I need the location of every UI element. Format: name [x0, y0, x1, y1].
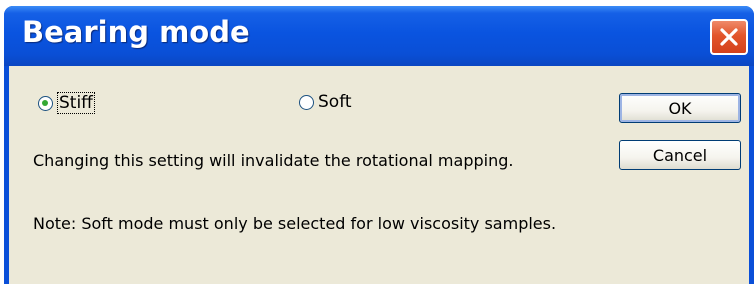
title-bar[interactable]: Bearing mode: [4, 6, 754, 66]
radio-soft[interactable]: Soft: [299, 92, 352, 112]
close-icon: [720, 28, 738, 46]
dialog-client-area: Stiff Soft OK Cancel Changing this setti…: [9, 66, 749, 284]
radio-stiff-indicator[interactable]: [38, 95, 53, 111]
radio-soft-indicator[interactable]: [299, 94, 314, 110]
dialog-window: Bearing mode Stiff Soft OK Cancel Changi…: [4, 6, 754, 284]
radio-stiff[interactable]: Stiff: [38, 92, 95, 114]
dialog-title: Bearing mode: [22, 15, 250, 49]
close-button[interactable]: [710, 19, 748, 55]
radio-stiff-label: Stiff: [57, 92, 95, 114]
ok-button[interactable]: OK: [619, 93, 741, 123]
radio-soft-label: Soft: [318, 92, 352, 112]
cancel-button[interactable]: Cancel: [619, 140, 741, 170]
warning-message: Changing this setting will invalidate th…: [33, 151, 514, 170]
note-message: Note: Soft mode must only be selected fo…: [33, 214, 557, 233]
